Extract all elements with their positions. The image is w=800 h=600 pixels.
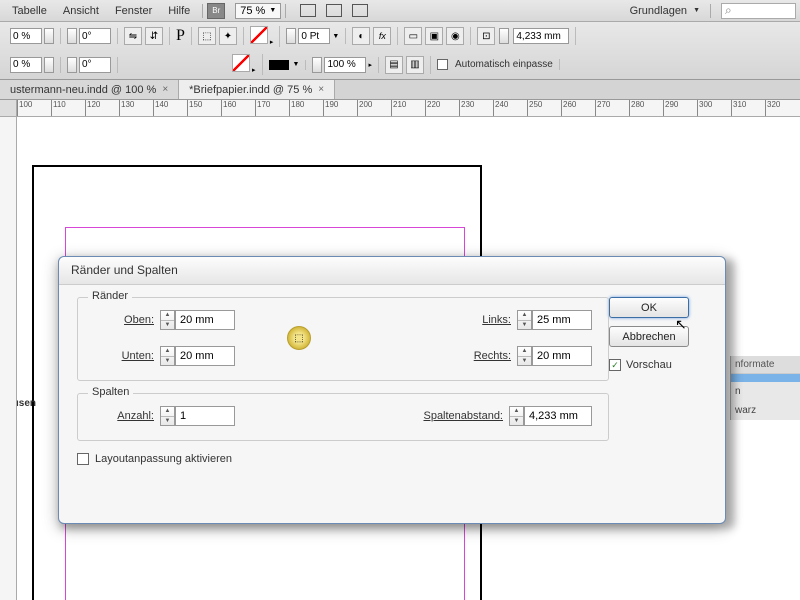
view-mode-icons bbox=[300, 4, 368, 17]
screenmode-icon-3[interactable] bbox=[352, 4, 368, 17]
search-input[interactable] bbox=[721, 3, 796, 19]
oben-input[interactable] bbox=[175, 310, 235, 330]
menu-sep3 bbox=[710, 4, 711, 18]
bridge-icon[interactable]: Br bbox=[207, 3, 225, 19]
unten-input[interactable] bbox=[175, 346, 235, 366]
flip-h-icon[interactable]: ⇋ bbox=[124, 27, 142, 45]
doc-tab-2[interactable]: *Briefpapier.indd @ 75 %× bbox=[179, 80, 335, 99]
tint-input[interactable] bbox=[324, 57, 366, 73]
link-margins-icon[interactable]: ⬚ bbox=[287, 326, 311, 350]
columns-legend: Spalten bbox=[88, 386, 133, 398]
effects-icon[interactable]: ◐ bbox=[352, 27, 370, 45]
layout-adjust-label: Layoutanpassung aktivieren bbox=[95, 453, 232, 465]
menu-fenster[interactable]: Fenster bbox=[107, 3, 160, 19]
spaltenabstand-stepper[interactable]: ▲▼ bbox=[509, 406, 524, 426]
no-stroke-icon[interactable] bbox=[232, 54, 250, 72]
layout-adjust-row: Layoutanpassung aktivieren bbox=[77, 453, 609, 465]
links-stepper[interactable]: ▲▼ bbox=[517, 310, 532, 330]
auto-fit-label: Automatisch einpasse bbox=[455, 59, 553, 70]
swatch-item-1[interactable] bbox=[731, 374, 800, 382]
auto-fit-checkbox[interactable] bbox=[437, 59, 448, 70]
menu-tabelle[interactable]: Tabelle bbox=[4, 3, 55, 19]
doc-tab-1[interactable]: ustermann-neu.indd @ 100 %× bbox=[0, 80, 179, 99]
angle-input[interactable] bbox=[79, 28, 111, 44]
workspace-dropdown[interactable]: Grundlagen▼ bbox=[624, 3, 706, 19]
columns-fieldset: Spalten Anzahl: ▲▼ Spaltenabstand: ▲▼ bbox=[77, 393, 609, 441]
menu-sep bbox=[202, 4, 203, 18]
stepper[interactable] bbox=[312, 57, 322, 73]
margins-legend: Ränder bbox=[88, 290, 132, 302]
screenmode-icon-2[interactable] bbox=[326, 4, 342, 17]
fx-icon[interactable]: fx bbox=[373, 27, 391, 45]
horizontal-ruler: 1001101201301401501601701801902002102202… bbox=[0, 100, 800, 117]
preview-row: ✓ Vorschau bbox=[609, 359, 672, 371]
panel-tab[interactable]: nformate bbox=[731, 356, 800, 374]
stepper[interactable] bbox=[44, 28, 54, 44]
oben-label: Oben: bbox=[94, 314, 154, 326]
rechts-stepper[interactable]: ▲▼ bbox=[517, 346, 532, 366]
crop-icon[interactable]: ⊡ bbox=[477, 27, 495, 45]
opacity-input-2[interactable] bbox=[10, 57, 42, 73]
wrap-column-icon[interactable]: ▥ bbox=[406, 56, 424, 74]
close-icon[interactable]: × bbox=[318, 84, 324, 95]
select-container-icon[interactable]: ⬚ bbox=[198, 27, 216, 45]
swatches-panel: nformate n warz bbox=[730, 356, 800, 420]
wrap-jump-icon[interactable]: ▤ bbox=[385, 56, 403, 74]
stroke-stepper[interactable] bbox=[286, 28, 296, 44]
ok-button[interactable]: OK bbox=[609, 297, 689, 318]
margins-columns-dialog: Ränder und Spalten Ränder Oben: ▲▼ Unten… bbox=[58, 256, 726, 524]
select-content-icon[interactable]: ✦ bbox=[219, 27, 237, 45]
stepper[interactable] bbox=[44, 57, 54, 73]
document-tabs: ustermann-neu.indd @ 100 %× *Briefpapier… bbox=[0, 80, 800, 100]
layout-adjust-checkbox[interactable] bbox=[77, 453, 89, 465]
stepper[interactable] bbox=[499, 28, 509, 44]
stepper[interactable] bbox=[67, 28, 77, 44]
rechts-input[interactable] bbox=[532, 346, 592, 366]
width-input[interactable] bbox=[513, 28, 569, 44]
control-panel: ⇋ ⇵ P ⬚ ✦ ▸ ▼ ◐ fx ▭ ▣ ◉ bbox=[0, 22, 800, 80]
margins-fieldset: Ränder Oben: ▲▼ Unten: ▲▼ bbox=[77, 297, 609, 381]
zoom-dropdown[interactable]: 75 %▼ bbox=[235, 3, 281, 19]
menu-sep2 bbox=[285, 4, 286, 18]
unten-label: Unten: bbox=[94, 350, 154, 362]
menu-ansicht[interactable]: Ansicht bbox=[55, 3, 107, 19]
oben-stepper[interactable]: ▲▼ bbox=[160, 310, 175, 330]
unten-stepper[interactable]: ▲▼ bbox=[160, 346, 175, 366]
close-icon[interactable]: × bbox=[162, 84, 168, 95]
spaltenabstand-label: Spaltenabstand: bbox=[403, 410, 503, 422]
wrap-bbox-icon[interactable]: ▣ bbox=[425, 27, 443, 45]
wrap-none-icon[interactable]: ▭ bbox=[404, 27, 422, 45]
flip-v-icon[interactable]: ⇵ bbox=[145, 27, 163, 45]
vertical-ruler bbox=[0, 117, 17, 600]
stroke-style-swatch[interactable] bbox=[269, 60, 289, 70]
spaltenabstand-input[interactable] bbox=[524, 406, 592, 426]
preview-label: Vorschau bbox=[626, 359, 672, 371]
links-input[interactable] bbox=[532, 310, 592, 330]
swatch-item-2[interactable]: n bbox=[731, 382, 800, 401]
stepper[interactable] bbox=[67, 57, 77, 73]
ruler-corner bbox=[0, 100, 17, 117]
anzahl-label: Anzahl: bbox=[94, 410, 154, 422]
cancel-button[interactable]: Abbrechen bbox=[609, 326, 689, 347]
menu-hilfe[interactable]: Hilfe bbox=[160, 3, 198, 19]
stroke-weight-input[interactable] bbox=[298, 28, 330, 44]
shear-input[interactable] bbox=[79, 57, 111, 73]
preview-checkbox[interactable]: ✓ bbox=[609, 359, 621, 371]
dialog-title: Ränder und Spalten bbox=[59, 257, 725, 285]
opacity-input[interactable] bbox=[10, 28, 42, 44]
anzahl-input[interactable] bbox=[175, 406, 235, 426]
anzahl-stepper[interactable]: ▲▼ bbox=[160, 406, 175, 426]
screenmode-icon-1[interactable] bbox=[300, 4, 316, 17]
wrap-shape-icon[interactable]: ◉ bbox=[446, 27, 464, 45]
paragraph-icon[interactable]: P bbox=[176, 27, 185, 44]
menu-bar: Tabelle Ansicht Fenster Hilfe Br 75 %▼ G… bbox=[0, 0, 800, 22]
no-fill-icon[interactable] bbox=[250, 26, 268, 44]
rechts-label: Rechts: bbox=[451, 350, 511, 362]
swatch-item-3[interactable]: warz bbox=[731, 401, 800, 420]
links-label: Links: bbox=[451, 314, 511, 326]
